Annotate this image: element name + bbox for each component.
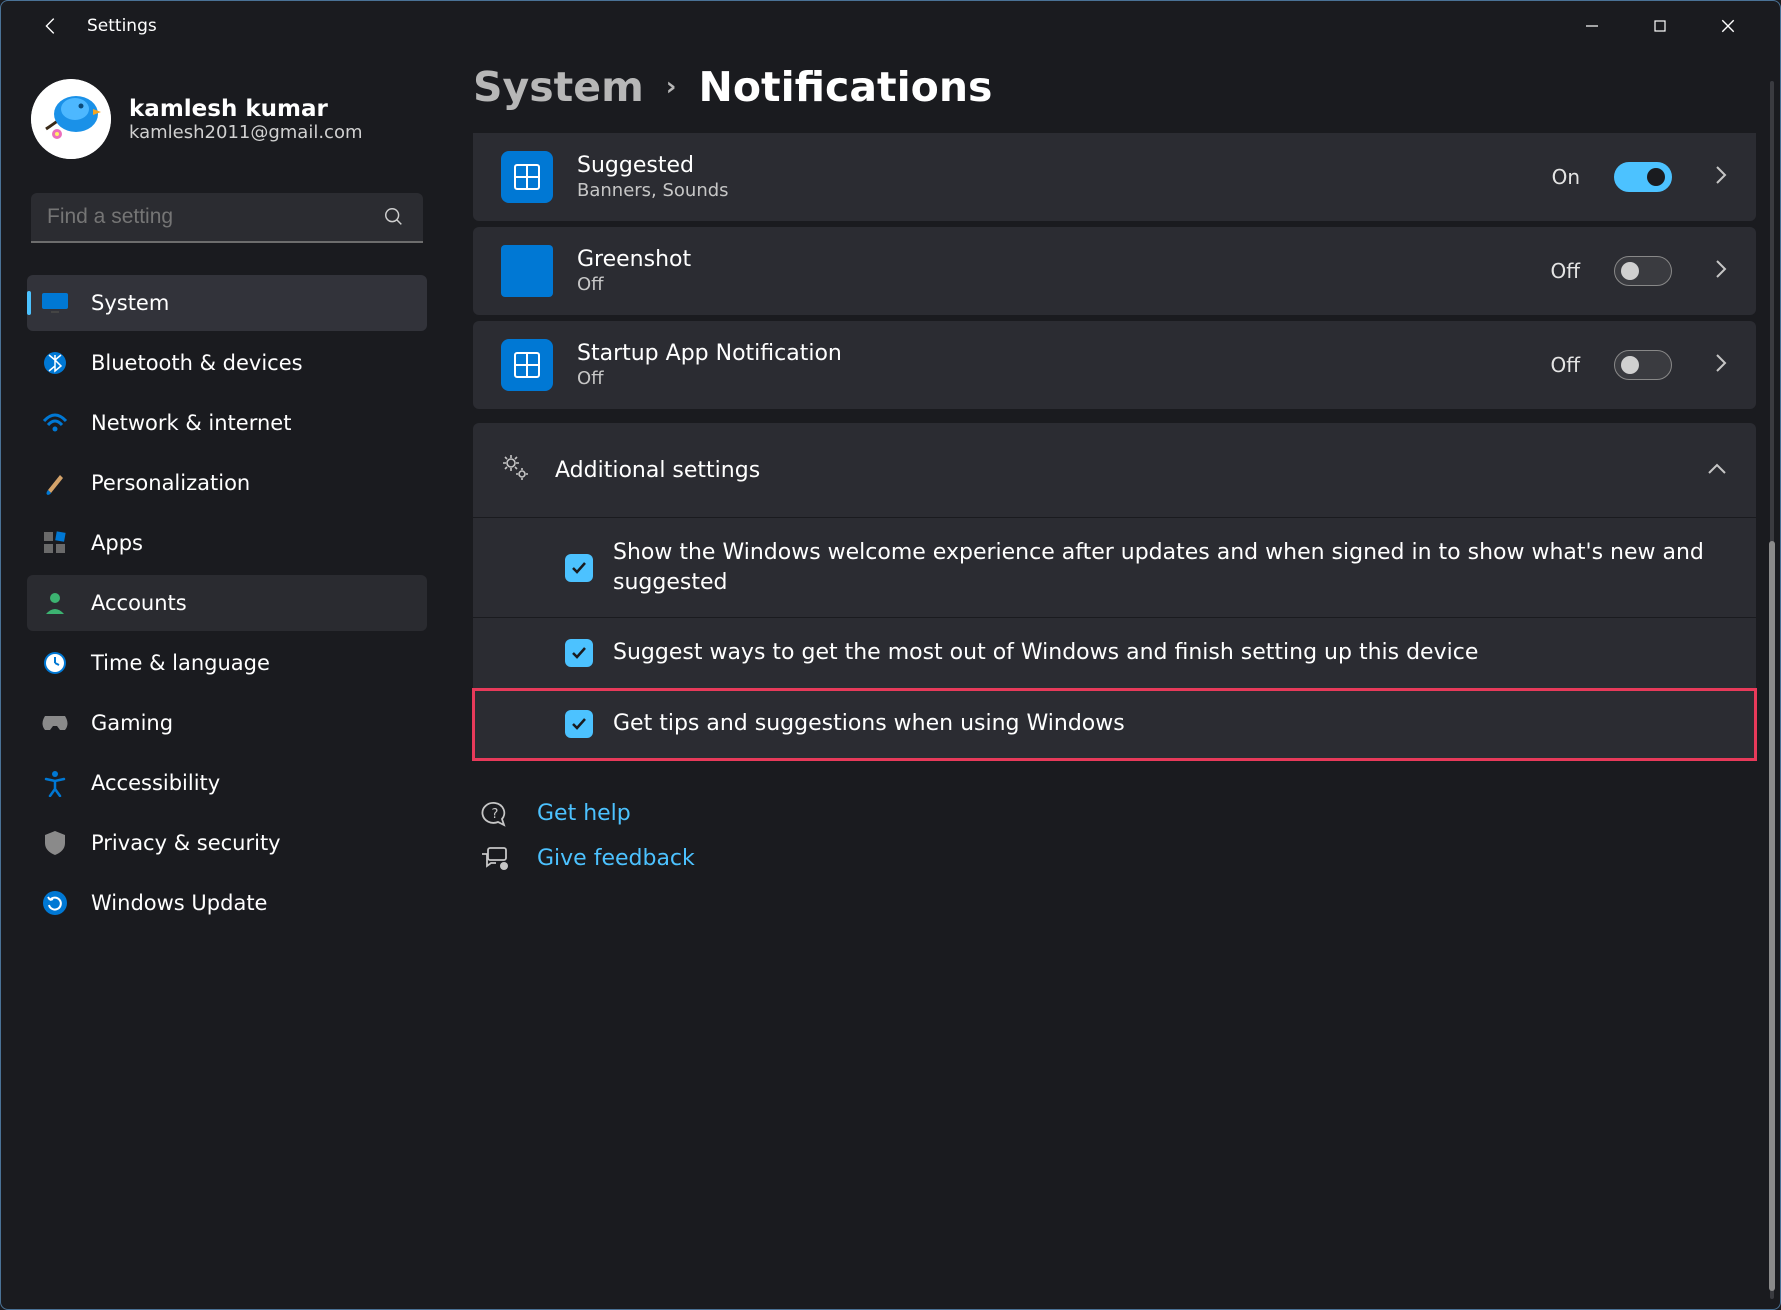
sidebar-item-label: Gaming: [91, 711, 173, 735]
minimize-button[interactable]: [1570, 11, 1614, 41]
breadcrumb: System › Notifications: [473, 63, 1756, 111]
window-title: Settings: [87, 16, 157, 36]
sidebar-item-apps[interactable]: Apps: [27, 515, 427, 571]
clock-icon: [39, 647, 71, 679]
sidebar-item-label: Accounts: [91, 591, 187, 615]
additional-settings-header[interactable]: Additional settings: [473, 423, 1756, 518]
avatar: [31, 79, 111, 159]
app-icon: [501, 339, 553, 391]
give-feedback-link[interactable]: Give feedback: [537, 846, 695, 871]
sidebar-item-label: Network & internet: [91, 411, 291, 435]
checkbox[interactable]: [565, 554, 593, 582]
chevron-up-icon: [1706, 461, 1728, 480]
titlebar: Settings: [1, 1, 1780, 51]
chevron-right-icon: ›: [666, 72, 677, 102]
app-title: Startup App Notification: [577, 341, 1526, 366]
svg-text:?: ?: [492, 807, 499, 822]
chevron-right-icon[interactable]: [1714, 164, 1728, 190]
system-icon: [39, 287, 71, 319]
scrollbar-thumb[interactable]: [1769, 541, 1775, 1291]
give-feedback-row[interactable]: Give feedback: [473, 846, 1756, 872]
breadcrumb-parent[interactable]: System: [473, 63, 644, 111]
user-email: kamlesh2011@gmail.com: [129, 122, 363, 143]
sidebar-item-accounts[interactable]: Accounts: [27, 575, 427, 631]
toggle-switch[interactable]: [1614, 162, 1672, 192]
checkbox-label: Show the Windows welcome experience afte…: [613, 538, 1728, 597]
app-sub: Banners, Sounds: [577, 180, 1528, 201]
toggle-label: Off: [1550, 259, 1580, 283]
search-icon: [383, 206, 405, 232]
nav: System Bluetooth & devices Network & int…: [27, 275, 427, 931]
breadcrumb-current: Notifications: [699, 63, 993, 111]
app-icon: [501, 245, 553, 297]
brush-icon: [39, 467, 71, 499]
app-row-suggested[interactable]: Suggested Banners, Sounds On: [473, 133, 1756, 221]
sidebar-item-label: System: [91, 291, 169, 315]
search-input[interactable]: [31, 193, 423, 243]
gears-icon: [501, 453, 531, 487]
sidebar-item-bluetooth[interactable]: Bluetooth & devices: [27, 335, 427, 391]
close-button[interactable]: [1706, 11, 1750, 41]
checkbox-row-welcome[interactable]: Show the Windows welcome experience afte…: [473, 518, 1756, 618]
sidebar-item-update[interactable]: Windows Update: [27, 875, 427, 931]
person-icon: [39, 587, 71, 619]
checkbox-row-tips[interactable]: Get tips and suggestions when using Wind…: [473, 689, 1756, 760]
sidebar-item-label: Time & language: [91, 651, 270, 675]
sidebar-item-network[interactable]: Network & internet: [27, 395, 427, 451]
checkbox-label: Suggest ways to get the most out of Wind…: [613, 638, 1728, 668]
sidebar-item-system[interactable]: System: [27, 275, 427, 331]
checkbox[interactable]: [565, 710, 593, 738]
user-profile[interactable]: kamlesh kumar kamlesh2011@gmail.com: [27, 69, 427, 185]
sidebar-item-time[interactable]: Time & language: [27, 635, 427, 691]
main-content: System › Notifications Suggested Banners…: [441, 51, 1780, 1309]
shield-icon: [39, 827, 71, 859]
toggle-switch[interactable]: [1614, 350, 1672, 380]
app-title: Suggested: [577, 153, 1528, 178]
wifi-icon: [39, 407, 71, 439]
maximize-button[interactable]: [1638, 11, 1682, 41]
sidebar-item-privacy[interactable]: Privacy & security: [27, 815, 427, 871]
feedback-icon: [477, 846, 513, 872]
app-icon: [501, 151, 553, 203]
app-sub: Off: [577, 368, 1526, 389]
window-controls: [1570, 11, 1768, 41]
app-row-startup[interactable]: Startup App Notification Off Off: [473, 321, 1756, 409]
toggle-label: Off: [1550, 353, 1580, 377]
sidebar-item-accessibility[interactable]: Accessibility: [27, 755, 427, 811]
app-title: Greenshot: [577, 247, 1526, 272]
sidebar-item-label: Bluetooth & devices: [91, 351, 303, 375]
sidebar-item-label: Apps: [91, 531, 143, 555]
checkbox-label: Get tips and suggestions when using Wind…: [613, 709, 1728, 739]
sidebar-item-label: Windows Update: [91, 891, 267, 915]
sidebar-item-label: Accessibility: [91, 771, 220, 795]
chevron-right-icon[interactable]: [1714, 352, 1728, 378]
sidebar-item-label: Privacy & security: [91, 831, 281, 855]
accessibility-icon: [39, 767, 71, 799]
app-row-greenshot[interactable]: Greenshot Off Off: [473, 227, 1756, 315]
toggle-label: On: [1552, 165, 1580, 189]
get-help-row[interactable]: ? Get help: [473, 800, 1756, 828]
bluetooth-icon: [39, 347, 71, 379]
app-sub: Off: [577, 274, 1526, 295]
section-title: Additional settings: [555, 458, 1682, 483]
help-icon: ?: [477, 800, 513, 828]
sidebar-item-gaming[interactable]: Gaming: [27, 695, 427, 751]
toggle-switch[interactable]: [1614, 256, 1672, 286]
apps-icon: [39, 527, 71, 559]
sidebar-item-label: Personalization: [91, 471, 250, 495]
sidebar: kamlesh kumar kamlesh2011@gmail.com Syst…: [1, 51, 441, 1309]
get-help-link[interactable]: Get help: [537, 801, 631, 826]
user-name: kamlesh kumar: [129, 96, 363, 122]
checkbox-row-suggest[interactable]: Suggest ways to get the most out of Wind…: [473, 618, 1756, 689]
update-icon: [39, 887, 71, 919]
checkbox[interactable]: [565, 639, 593, 667]
sidebar-item-personalization[interactable]: Personalization: [27, 455, 427, 511]
search-container: [31, 193, 423, 243]
back-button[interactable]: [25, 6, 77, 46]
chevron-right-icon[interactable]: [1714, 258, 1728, 284]
gamepad-icon: [39, 707, 71, 739]
